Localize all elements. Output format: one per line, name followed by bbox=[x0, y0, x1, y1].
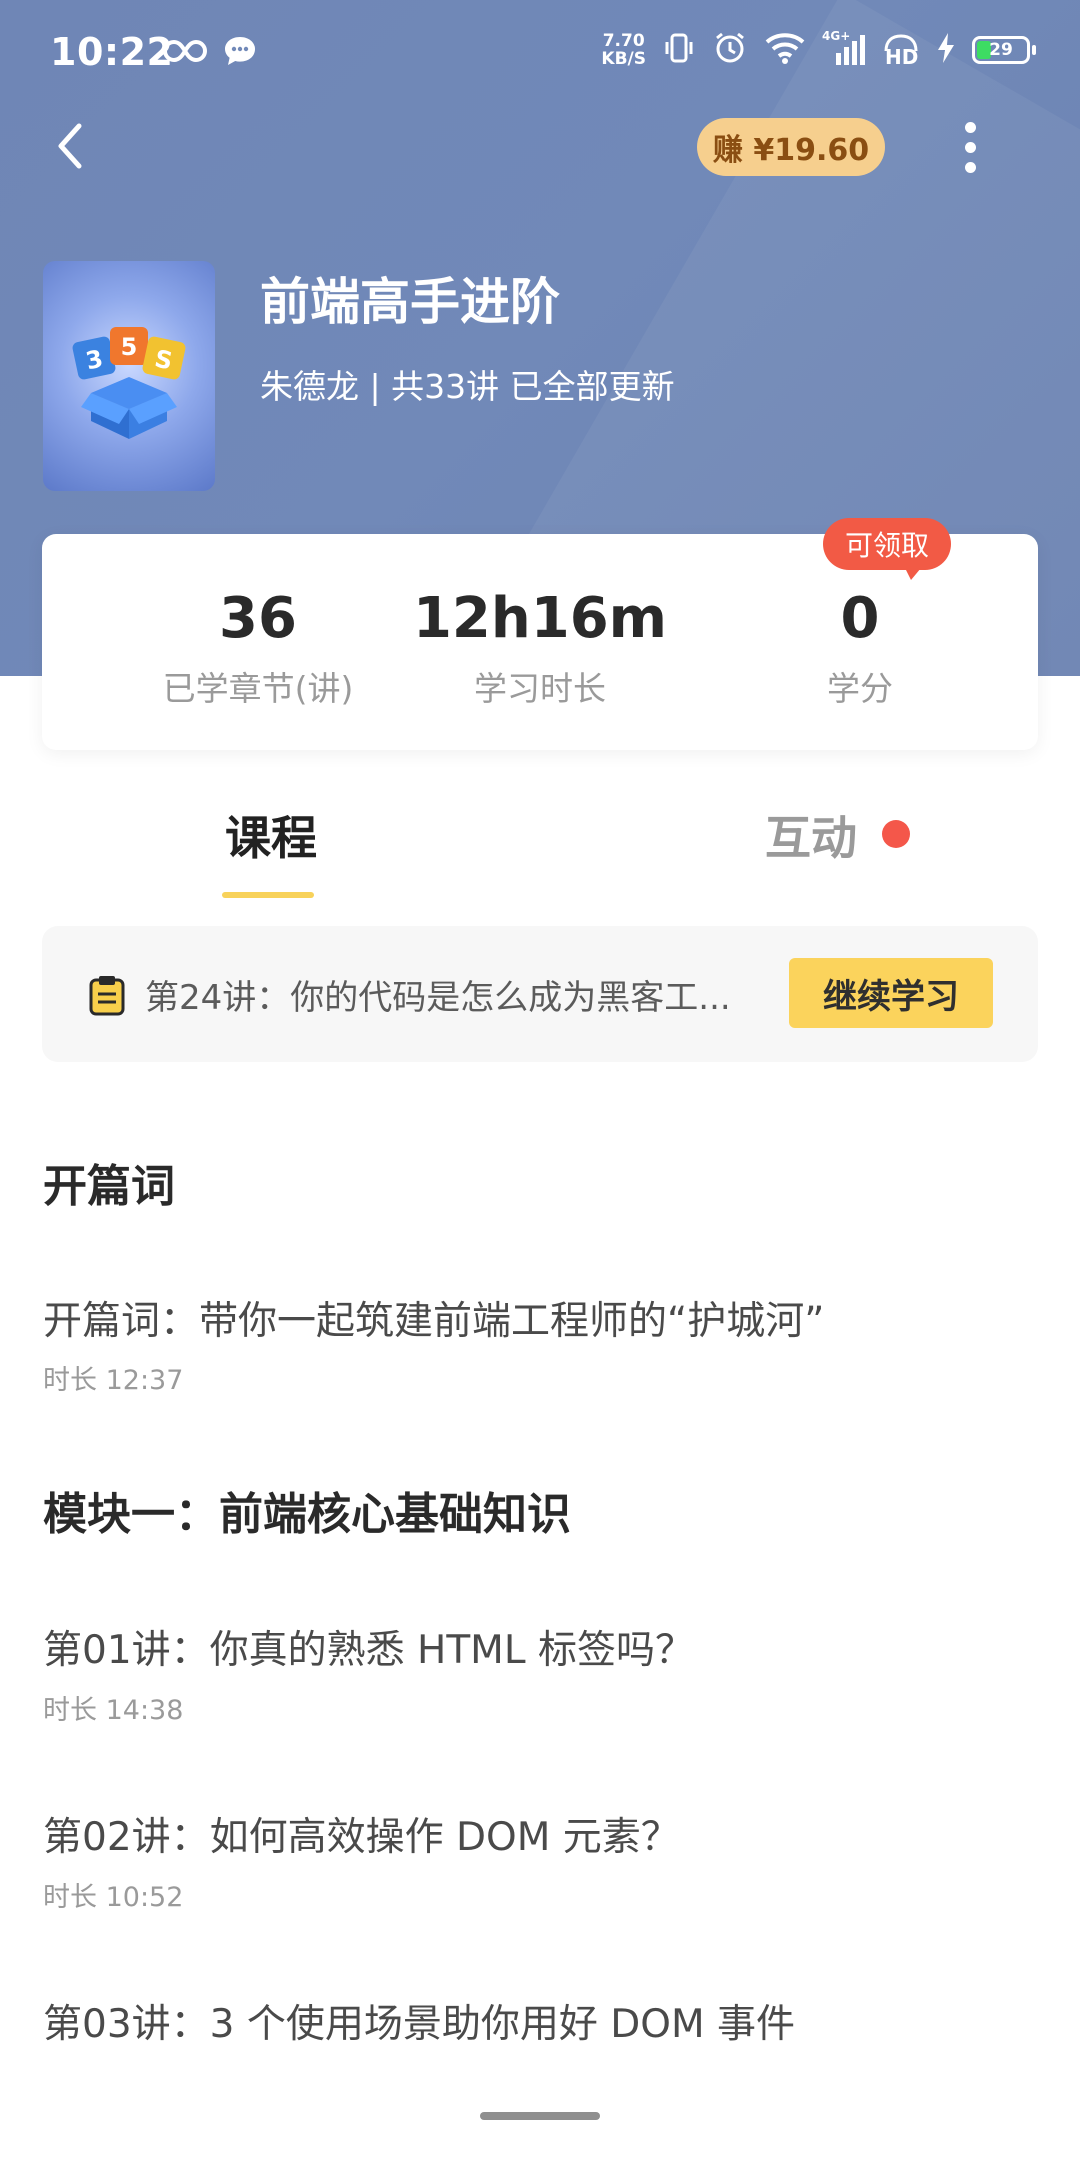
cover-box-icon: 3 5 S bbox=[72, 327, 186, 439]
active-tab-indicator bbox=[222, 892, 314, 898]
more-dot bbox=[964, 141, 976, 153]
network-speed-value: 7.70 bbox=[602, 31, 645, 51]
home-indicator[interactable] bbox=[480, 2112, 600, 2120]
clipboard-icon bbox=[88, 974, 126, 1020]
cellular-signal-icon: 4G+ bbox=[822, 29, 866, 67]
charging-bolt-icon bbox=[936, 32, 956, 68]
battery-cap bbox=[1032, 45, 1036, 55]
vibrate-icon bbox=[662, 31, 696, 69]
course-title: 前端高手进阶 bbox=[260, 273, 560, 331]
tab-bar: 课程 互动 bbox=[0, 790, 1080, 910]
network-speed-unit: KB/S bbox=[601, 49, 646, 69]
stat-label: 学分 bbox=[827, 669, 893, 708]
hd-voice-icon: HD bbox=[882, 33, 920, 69]
continue-learning-button[interactable]: 继续学习 bbox=[789, 958, 993, 1028]
stat-value: 36 bbox=[219, 586, 297, 651]
course-meta: 朱德龙 | 共33讲 已全部更新 bbox=[260, 367, 675, 406]
lesson-duration: 时长 10:52 bbox=[43, 1882, 184, 1913]
chevron-left-icon bbox=[53, 122, 87, 174]
status-right-icons: 7.70 KB/S 4G+ HD 29 bbox=[601, 29, 1036, 70]
wifi-icon bbox=[764, 31, 806, 69]
stat-label: 学习时长 bbox=[474, 669, 606, 708]
tab-course[interactable]: 课程 bbox=[225, 802, 317, 868]
alarm-icon bbox=[712, 30, 748, 70]
claim-credits-badge[interactable]: 可领取 bbox=[823, 518, 952, 580]
more-options-button[interactable] bbox=[950, 115, 990, 179]
continue-learning-bar[interactable]: 第24讲：你的代码是怎么成为黑客工... 继续学习 bbox=[42, 926, 1038, 1062]
lesson-title: 第01讲：你真的熟悉 HTML 标签吗？ bbox=[43, 1628, 694, 1673]
stat-study-time: 12h16m 学习时长 bbox=[380, 586, 700, 710]
more-dot bbox=[964, 121, 976, 133]
stat-credits[interactable]: 0 学分 bbox=[700, 586, 1020, 710]
stat-label: 已学章节(讲) bbox=[162, 669, 354, 708]
infinity-icon bbox=[162, 38, 208, 68]
stat-value: 12h16m bbox=[412, 586, 668, 651]
status-time: 10:22 bbox=[50, 30, 174, 74]
more-dot bbox=[964, 161, 976, 173]
hd-label: HD bbox=[885, 45, 919, 69]
status-bar: 10:22 7.70 KB/S 4G+ HD 29 bbox=[0, 0, 1080, 108]
chat-bubble-icon bbox=[222, 34, 258, 72]
course-cover-image[interactable]: 3 5 S bbox=[43, 261, 215, 491]
battery-indicator: 29 bbox=[972, 36, 1036, 64]
status-left-icons bbox=[162, 34, 258, 72]
battery-level: 29 bbox=[989, 40, 1013, 60]
lesson-title: 第03讲：3 个使用场景助你用好 DOM 事件 bbox=[43, 2002, 796, 2047]
earn-reward-button[interactable]: 赚 ¥19.60 bbox=[697, 118, 885, 176]
last-lesson-title: 第24讲：你的代码是怎么成为黑客工... bbox=[145, 978, 731, 1018]
lesson-title: 第02讲：如何高效操作 DOM 元素？ bbox=[43, 1815, 680, 1860]
notification-dot bbox=[882, 820, 910, 848]
lesson-title: 开篇词：带你一起筑建前端工程师的“护城河” bbox=[43, 1299, 825, 1344]
network-speed: 7.70 KB/S bbox=[601, 32, 646, 68]
stat-chapters: 36 已学章节(讲) bbox=[98, 586, 418, 710]
lesson-duration: 时长 12:37 bbox=[43, 1365, 184, 1396]
section-title: 模块一：前端核心基础知识 bbox=[43, 1489, 571, 1540]
lesson-duration: 时长 14:38 bbox=[43, 1695, 184, 1726]
tab-interact[interactable]: 互动 bbox=[765, 802, 857, 868]
section-title: 开篇词 bbox=[43, 1161, 175, 1212]
stat-value: 0 bbox=[840, 586, 880, 651]
svg-text:5: 5 bbox=[121, 333, 138, 361]
back-button[interactable] bbox=[40, 118, 100, 178]
